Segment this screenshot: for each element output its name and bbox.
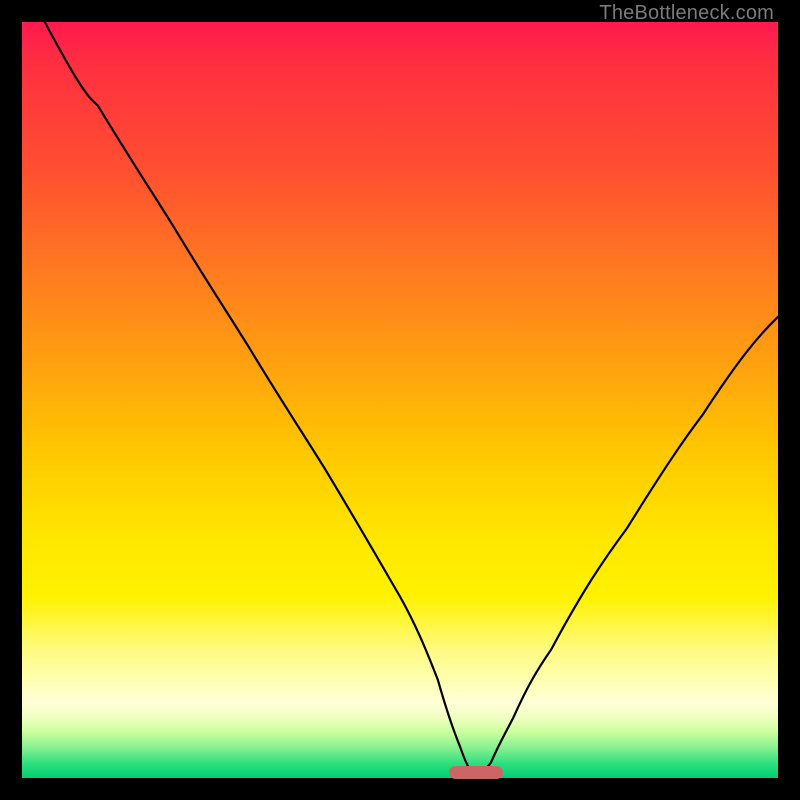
optimal-marker — [449, 766, 503, 779]
watermark-text: TheBottleneck.com — [599, 2, 774, 25]
chart-frame: TheBottleneck.com — [0, 0, 800, 800]
bottleneck-curve — [22, 22, 778, 778]
plot-area — [22, 22, 778, 778]
